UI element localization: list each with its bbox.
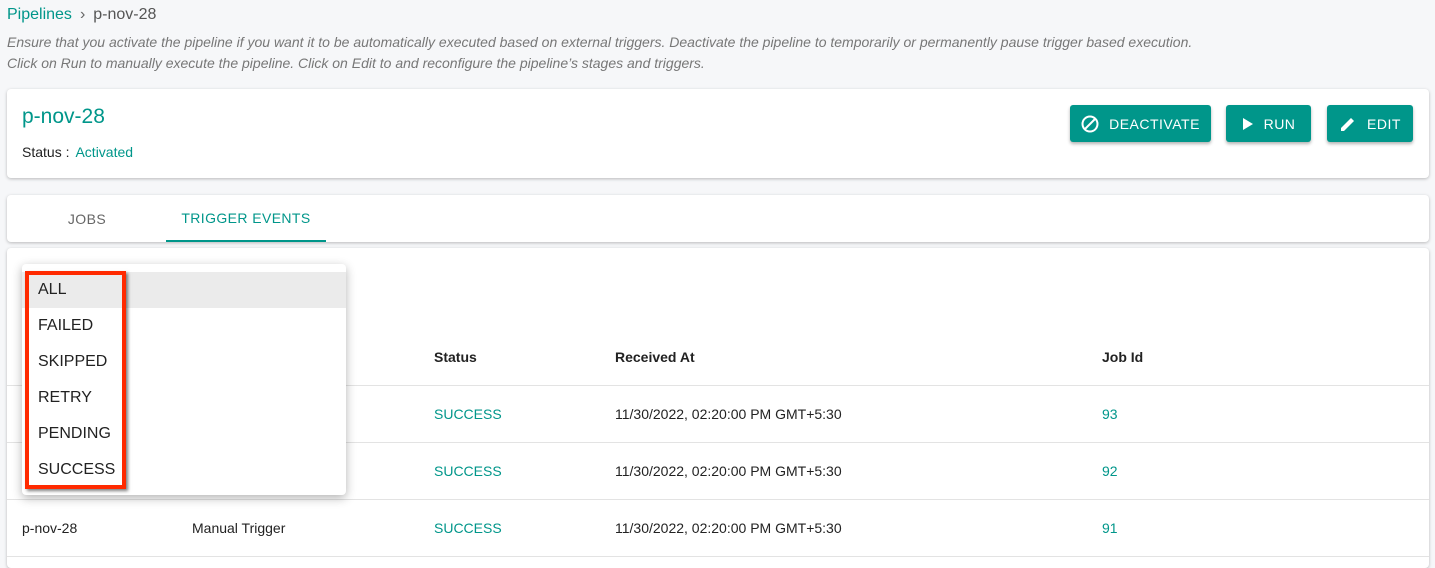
pipeline-status: Status : Activated [22,144,133,160]
job-id-link[interactable]: 93 [1102,406,1118,422]
cell-status: SUCCESS [434,520,502,536]
tab-jobs[interactable]: JOBS [7,195,167,242]
cell-status: SUCCESS [434,406,502,422]
deactivate-label: DEACTIVATE [1109,115,1200,132]
page-title: p-nov-28 [22,105,105,128]
cell-received-at: 11/30/2022, 02:20:00 PM GMT+5:30 [615,463,842,479]
description-line-2: Click on Run to manually execute the pip… [7,55,705,71]
deactivate-button[interactable]: DEACTIVATE [1070,105,1211,142]
status-value: Activated [75,144,134,160]
status-label: Status : [22,144,70,160]
block-icon [1081,115,1099,132]
job-id-link[interactable]: 92 [1102,463,1118,479]
description-line-1: Ensure that you activate the pipeline if… [7,34,1193,50]
cell-received-at: 11/30/2022, 02:20:00 PM GMT+5:30 [615,406,842,422]
run-button[interactable]: RUN [1226,105,1311,142]
cell-pipeline: p-nov-28 [22,520,78,536]
breadcrumb-pipelines-link[interactable]: Pipelines [7,6,72,23]
header-status: Status [434,349,477,365]
table-row: p-nov-28 Manual Trigger SUCCESS 11/30/20… [7,500,1429,557]
edit-label: EDIT [1367,115,1401,132]
cell-received-at: 11/30/2022, 02:20:00 PM GMT+5:30 [615,520,842,536]
breadcrumb-separator: › [79,6,86,23]
cell-trigger: Manual Trigger [192,520,286,536]
breadcrumb: Pipelines › p-nov-28 [7,6,156,24]
highlight-box [25,271,126,489]
edit-button[interactable]: EDIT [1327,105,1413,142]
tab-bar: JOBS TRIGGER EVENTS [7,195,1429,242]
header-job-id: Job Id [1102,349,1144,365]
tab-trigger-events[interactable]: TRIGGER EVENTS [166,195,326,242]
breadcrumb-current: p-nov-28 [93,6,157,23]
header-received-at: Received At [615,349,695,365]
run-label[interactable]: RUN [1264,116,1296,132]
job-id-link[interactable]: 91 [1102,520,1118,536]
cell-status: SUCCESS [434,463,502,479]
play-icon [1242,117,1253,130]
pipeline-header-card: p-nov-28 Status : Activated DEACTIVATE RU… [7,89,1429,178]
pencil-icon [1341,117,1355,131]
